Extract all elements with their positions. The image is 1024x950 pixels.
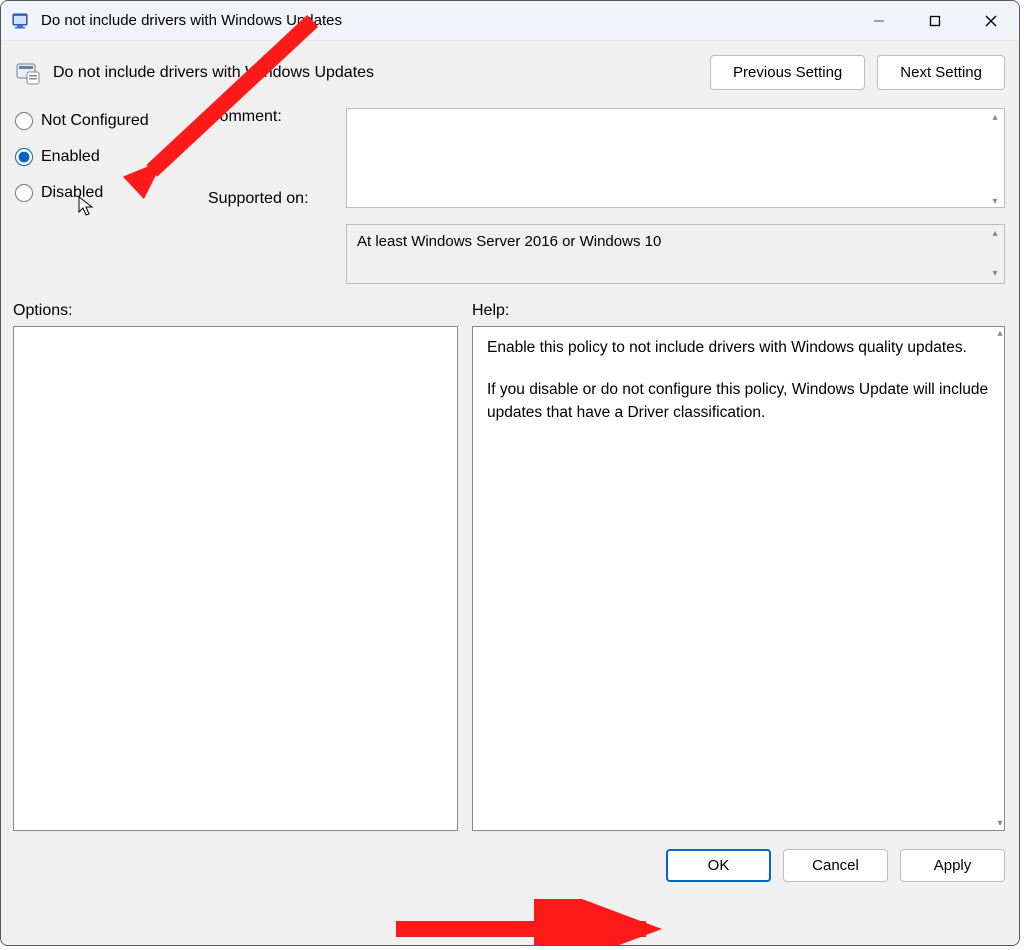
supported-scrollbar[interactable]: ▴ ▾: [988, 228, 1002, 280]
field-labels: Comment: Supported on:: [208, 108, 338, 208]
radio-disabled[interactable]: Disabled: [15, 184, 200, 202]
help-scrollbar[interactable]: ▴ ▾: [993, 328, 1007, 829]
help-label: Help:: [472, 302, 509, 320]
app-icon: [11, 11, 31, 31]
scroll-down-icon: ▾: [988, 196, 1002, 208]
scroll-up-icon: ▴: [988, 112, 1002, 124]
scroll-down-icon: ▾: [993, 818, 1007, 829]
panels-labels: Options: Help:: [1, 284, 1019, 326]
dialog-buttons: OK Cancel Apply: [1, 831, 1019, 896]
comment-scrollbar[interactable]: ▴ ▾: [988, 112, 1002, 208]
window-title: Do not include drivers with Windows Upda…: [41, 12, 342, 29]
comment-input[interactable]: [346, 108, 1005, 208]
close-button[interactable]: [963, 1, 1019, 41]
scroll-up-icon: ▴: [993, 328, 1007, 339]
cancel-button[interactable]: Cancel: [783, 849, 888, 882]
settings-grid: Not Configured Enabled Disabled Comment:…: [1, 98, 1019, 284]
content-area: Do not include drivers with Windows Upda…: [1, 41, 1019, 945]
options-panel: [13, 326, 458, 831]
titlebar: Do not include drivers with Windows Upda…: [1, 1, 1019, 41]
scroll-up-icon: ▴: [988, 228, 1002, 240]
help-panel: Enable this policy to not include driver…: [472, 326, 1005, 831]
field-values: ▴ ▾ At least Windows Server 2016 or Wind…: [346, 108, 1005, 284]
policy-title: Do not include drivers with Windows Upda…: [53, 64, 374, 82]
cursor-icon: [78, 196, 94, 218]
radio-not-configured-label: Not Configured: [41, 112, 149, 130]
options-label: Options:: [13, 302, 458, 320]
help-paragraph-1: Enable this policy to not include driver…: [487, 337, 990, 359]
comment-label: Comment:: [208, 108, 338, 126]
radio-enabled[interactable]: Enabled: [15, 148, 200, 166]
radio-enabled-label: Enabled: [41, 148, 100, 166]
policy-icon: [15, 60, 41, 86]
panels-row: Enable this policy to not include driver…: [1, 326, 1019, 831]
ok-button[interactable]: OK: [666, 849, 771, 882]
minimize-button[interactable]: [851, 1, 907, 41]
supported-on-label: Supported on:: [208, 190, 338, 208]
previous-setting-button[interactable]: Previous Setting: [710, 55, 865, 90]
apply-button[interactable]: Apply: [900, 849, 1005, 882]
radio-not-configured[interactable]: Not Configured: [15, 112, 200, 130]
supported-on-value: At least Windows Server 2016 or Windows …: [346, 224, 1005, 284]
maximize-button[interactable]: [907, 1, 963, 41]
policy-editor-window: Do not include drivers with Windows Upda…: [0, 0, 1020, 946]
next-setting-button[interactable]: Next Setting: [877, 55, 1005, 90]
help-paragraph-2: If you disable or do not configure this …: [487, 379, 990, 424]
state-radio-group: Not Configured Enabled Disabled: [15, 108, 200, 202]
scroll-down-icon: ▾: [988, 268, 1002, 280]
header-row: Do not include drivers with Windows Upda…: [1, 41, 1019, 98]
